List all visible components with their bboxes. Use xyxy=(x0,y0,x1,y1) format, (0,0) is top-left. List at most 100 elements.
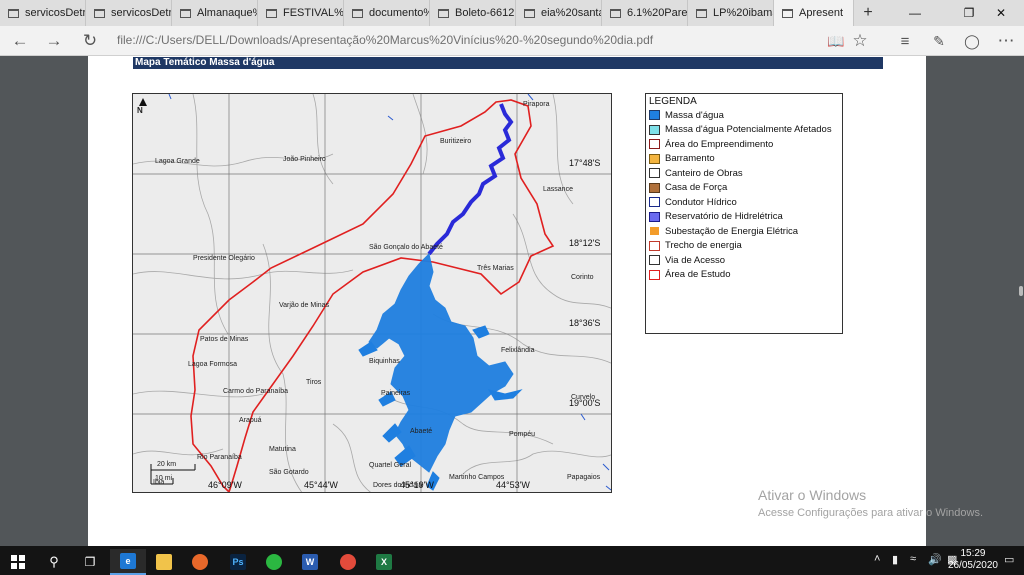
tab[interactable]: servicosDetra xyxy=(86,0,172,26)
legend-item: Trecho de energia xyxy=(649,239,839,254)
place-label: Três Marias xyxy=(477,265,514,272)
tab[interactable]: 6.1%20Parece xyxy=(602,0,688,26)
page-icon xyxy=(524,8,535,18)
taskbar: ⚲ ❐ e Ps W X ˄ ▮ ≈ 🔊 ▩ 15:29 26/05/2020 … xyxy=(0,546,1024,575)
place-label: Corinto xyxy=(571,274,594,281)
legend-swatch xyxy=(649,110,660,121)
place-label: Buritizeiro xyxy=(440,138,472,145)
web-note-icon[interactable]: ✎ xyxy=(927,30,951,52)
refresh-icon[interactable]: ↻ xyxy=(78,30,102,52)
close-window-button[interactable]: ✕ xyxy=(978,0,1024,26)
tab[interactable]: Almanaque% xyxy=(172,0,258,26)
legend-item: Massa d'água xyxy=(649,108,839,123)
map-legend: LEGENDA Massa d'água Massa d'água Potenci… xyxy=(645,93,843,334)
legend-item: Via de Acesso xyxy=(649,253,839,268)
tab[interactable]: FESTIVAL%20 xyxy=(258,0,344,26)
place-label: Lagoa Formosa xyxy=(188,361,238,368)
start-button[interactable] xyxy=(0,549,36,575)
taskbar-excel[interactable]: X xyxy=(366,549,402,575)
longitude-label: 45°19'W xyxy=(400,480,434,490)
minimize-button[interactable]: — xyxy=(892,0,938,26)
tab[interactable]: documento% xyxy=(344,0,430,26)
wifi-icon[interactable]: ≈ xyxy=(910,553,916,565)
hub-icon[interactable]: ≡ xyxy=(893,30,917,52)
show-hidden-icons-icon[interactable]: ˄ xyxy=(874,553,880,565)
taskbar-explorer[interactable] xyxy=(146,549,182,575)
tab[interactable]: eia%20santa% xyxy=(516,0,602,26)
share-icon[interactable]: ◯ xyxy=(960,30,984,52)
legend-swatch xyxy=(649,197,660,208)
taskbar-edge[interactable]: e xyxy=(110,549,146,575)
photoshop-icon: Ps xyxy=(230,554,246,570)
place-label: Pompéu xyxy=(509,431,536,438)
taskbar-word[interactable]: W xyxy=(292,549,328,575)
back-icon[interactable]: ← xyxy=(8,30,32,52)
task-view-icon[interactable]: ❐ xyxy=(72,549,108,575)
place-label: São Gonçalo do Abaeté xyxy=(369,244,443,251)
tab[interactable]: Boleto-66121( xyxy=(430,0,516,26)
legend-item: Área de Estudo xyxy=(649,268,839,283)
volume-icon[interactable]: 🔊 xyxy=(928,553,942,566)
forward-icon[interactable]: → xyxy=(42,30,66,52)
taskbar-photoshop[interactable]: Ps xyxy=(220,549,256,575)
legend-swatch xyxy=(649,211,660,222)
place-label: Patos de Minas xyxy=(200,336,249,343)
place-label: Pirapora xyxy=(523,101,550,108)
favorite-star-icon[interactable]: ☆ xyxy=(848,30,872,52)
place-label: Felixlândia xyxy=(501,347,535,354)
map-title: Mapa Temático Massa d'água xyxy=(133,57,883,69)
taskbar-whatsapp[interactable] xyxy=(256,549,292,575)
legend-item: Reservatório de Hidrelétrica xyxy=(649,210,839,225)
excel-icon: X xyxy=(376,554,392,570)
legend-label: Canteiro de Obras xyxy=(665,167,743,179)
legend-label: Barramento xyxy=(665,153,715,165)
place-label: Lassance xyxy=(543,186,573,193)
legend-swatch xyxy=(649,240,660,251)
whatsapp-icon xyxy=(266,554,282,570)
legend-swatch xyxy=(649,139,660,150)
tab-label: Boleto-66121( xyxy=(455,7,515,19)
legend-label: Massa d'água Potencialmente Afetados xyxy=(665,124,832,136)
legend-item: Barramento xyxy=(649,152,839,167)
scroll-thumb[interactable] xyxy=(1019,286,1023,296)
place-label: Varjão de Minas xyxy=(279,302,330,309)
tab-active[interactable]: Apresent✕ xyxy=(774,0,854,26)
legend-item: Subestação de Energia Elétrica xyxy=(649,224,839,239)
scale-km-label: 20 km xyxy=(157,461,177,468)
word-icon: W xyxy=(302,554,318,570)
tab[interactable]: LP%20ibama. xyxy=(688,0,774,26)
url-field[interactable]: file:///C:/Users/DELL/Downloads/Apresent… xyxy=(117,33,653,47)
longitude-label: 44°53'W xyxy=(496,480,530,490)
legend-label: Via de Acesso xyxy=(665,254,726,266)
legend-label: Área do Empreendimento xyxy=(665,138,774,150)
clock[interactable]: 15:29 26/05/2020 xyxy=(948,548,998,572)
place-label: São Gotardo xyxy=(269,469,309,476)
scrollbar[interactable] xyxy=(1018,56,1024,546)
more-icon[interactable]: ⋯ xyxy=(994,30,1018,52)
taskbar-firefox[interactable] xyxy=(182,549,218,575)
taskbar-chrome[interactable] xyxy=(330,549,366,575)
tab[interactable]: servicosDetra xyxy=(0,0,86,26)
battery-icon[interactable]: ▮ xyxy=(892,553,898,566)
longitude-label: 46°09'W xyxy=(208,480,242,490)
legend-swatch xyxy=(649,182,660,193)
reading-view-icon[interactable]: 📖 xyxy=(824,30,848,52)
legend-swatch xyxy=(649,255,660,266)
latitude-label: 19°00'S xyxy=(569,398,601,408)
pdf-page: Mapa Temático Massa d'água N Pirapora Bu… xyxy=(88,56,926,546)
tab-label: Almanaque% xyxy=(197,7,258,19)
legend-label: Área de Estudo xyxy=(665,269,731,281)
edge-icon: e xyxy=(120,553,136,569)
notifications-icon[interactable]: ▭ xyxy=(1004,553,1014,566)
search-icon[interactable]: ⚲ xyxy=(36,549,72,575)
new-tab-button[interactable]: + xyxy=(854,0,882,26)
tab-label: LP%20ibama. xyxy=(713,7,773,19)
legend-label: Casa de Força xyxy=(665,182,728,194)
place-label: Carmo do Paranaíba xyxy=(223,388,288,395)
address-bar-row: ← → ↻ file:///C:/Users/DELL/Downloads/Ap… xyxy=(0,26,1024,56)
scale-mi-label: 10 mi xyxy=(155,475,173,482)
latitude-label: 18°12'S xyxy=(569,238,601,248)
page-icon xyxy=(180,8,191,18)
place-label: João Pinheiro xyxy=(283,156,326,163)
tab-label: servicosDetra xyxy=(111,7,172,19)
